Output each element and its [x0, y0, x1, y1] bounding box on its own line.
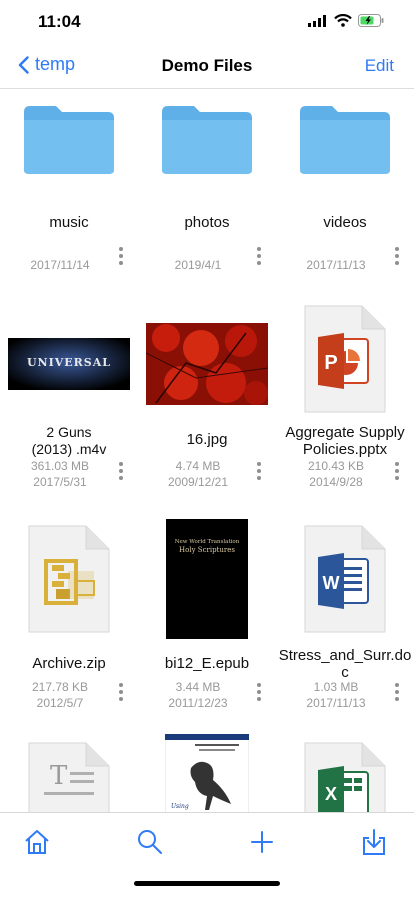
file-date: 2017/11/14: [30, 258, 90, 272]
more-options-icon[interactable]: [256, 247, 262, 265]
svg-text:P: P: [324, 352, 337, 374]
more-options-icon[interactable]: [256, 462, 262, 480]
file-size: 1.03 MB: [313, 680, 359, 694]
video-thumbnail: UNIVERSAL: [0, 309, 138, 419]
powerpoint-file-icon: P: [276, 304, 414, 414]
file-name: Stress_and_Surr.do c: [278, 647, 412, 681]
excel-file-icon: X: [276, 742, 414, 812]
file-item[interactable]: Using: [138, 734, 276, 812]
more-options-icon[interactable]: [394, 247, 400, 265]
status-time: 11:04: [38, 12, 81, 31]
svg-text:UNIVERSAL: UNIVERSAL: [27, 356, 111, 369]
file-name: videos: [323, 214, 367, 231]
file-item[interactable]: W Stress_and_Surr.do c 1.03 MB 2017/11/1…: [276, 519, 414, 734]
page-title: Demo Files: [161, 56, 253, 75]
text-file-icon: T: [0, 742, 138, 812]
file-date: 2011/12/23: [168, 696, 228, 710]
status-icons: [308, 14, 384, 27]
wifi-icon: [334, 14, 352, 27]
file-size: 210.43 KB: [307, 459, 365, 473]
more-options-icon[interactable]: [118, 247, 124, 265]
file-item[interactable]: Archive.zip 217.78 KB 2012/5/7: [0, 519, 138, 734]
file-item[interactable]: P Aggregate Supply Policies.pptx 210.43 …: [276, 299, 414, 519]
file-size: 3.44 MB: [175, 680, 221, 694]
epub-cover-thumbnail: New World Translation Holy Scriptures: [138, 516, 276, 642]
file-date: 2017/11/13: [306, 696, 366, 710]
folder-icon: [0, 99, 138, 179]
navigation-bar: temp Demo Files Edit: [0, 44, 414, 89]
file-date: 2012/5/7: [36, 696, 84, 710]
more-options-icon[interactable]: [394, 683, 400, 701]
file-size: 217.78 KB: [31, 680, 89, 694]
file-item[interactable]: videos 2017/11/13: [276, 89, 414, 299]
file-size: 361.03 MB: [30, 459, 90, 473]
file-name: bi12_E.epub: [164, 655, 250, 672]
file-item[interactable]: photos 2019/4/1: [138, 89, 276, 299]
more-options-icon[interactable]: [256, 683, 262, 701]
more-options-icon[interactable]: [394, 462, 400, 480]
file-date: 2017/5/31: [33, 475, 87, 489]
file-name: Aggregate Supply Policies.pptx: [285, 424, 405, 458]
file-date: 2009/12/21: [167, 475, 229, 489]
file-name: 16.jpg: [186, 431, 228, 448]
more-options-icon[interactable]: [118, 683, 124, 701]
svg-text:X: X: [325, 784, 337, 804]
image-thumbnail: [138, 309, 276, 419]
file-item[interactable]: New World Translation Holy Scriptures bi…: [138, 519, 276, 734]
folder-icon: [276, 99, 414, 179]
file-item[interactable]: music 2017/11/14: [0, 89, 138, 299]
home-indicator: [134, 881, 280, 886]
file-name: music: [49, 214, 89, 231]
more-options-icon[interactable]: [118, 462, 124, 480]
file-date: 2019/4/1: [174, 258, 222, 272]
file-name: 2 Guns (2013) .m4v: [31, 424, 107, 457]
folder-icon: [138, 99, 276, 179]
file-name: Archive.zip: [32, 655, 106, 672]
download-icon[interactable]: [359, 827, 389, 857]
file-date: 2014/9/28: [309, 475, 363, 489]
file-name: photos: [184, 214, 230, 231]
svg-text:W: W: [323, 573, 340, 593]
zip-file-icon: [0, 519, 138, 639]
word-file-icon: W: [276, 519, 414, 639]
file-item[interactable]: X: [276, 734, 414, 812]
file-grid: music 2017/11/14 photos 2019/4/1 videos …: [0, 89, 414, 812]
status-bar: 11:04: [0, 0, 414, 44]
battery-icon: [358, 14, 384, 27]
svg-text:T: T: [50, 761, 68, 791]
file-item[interactable]: UNIVERSAL 2 Guns (2013) .m4v 361.03 MB 2…: [0, 299, 138, 519]
svg-text:Using: Using: [171, 803, 189, 810]
svg-text:Holy Scriptures: Holy Scriptures: [179, 546, 235, 554]
book-cover-thumbnail: Using: [138, 734, 276, 812]
edit-button[interactable]: Edit: [365, 56, 394, 76]
file-size: 4.74 MB: [175, 459, 221, 473]
svg-text:New World Translation: New World Translation: [175, 539, 240, 545]
home-icon[interactable]: [22, 827, 52, 857]
file-date: 2017/11/13: [306, 258, 366, 272]
add-icon[interactable]: [247, 827, 277, 857]
signal-icon: [308, 14, 326, 27]
search-icon[interactable]: [135, 827, 165, 857]
file-item[interactable]: T: [0, 734, 138, 812]
file-item[interactable]: 16.jpg 4.74 MB 2009/12/21: [138, 299, 276, 519]
